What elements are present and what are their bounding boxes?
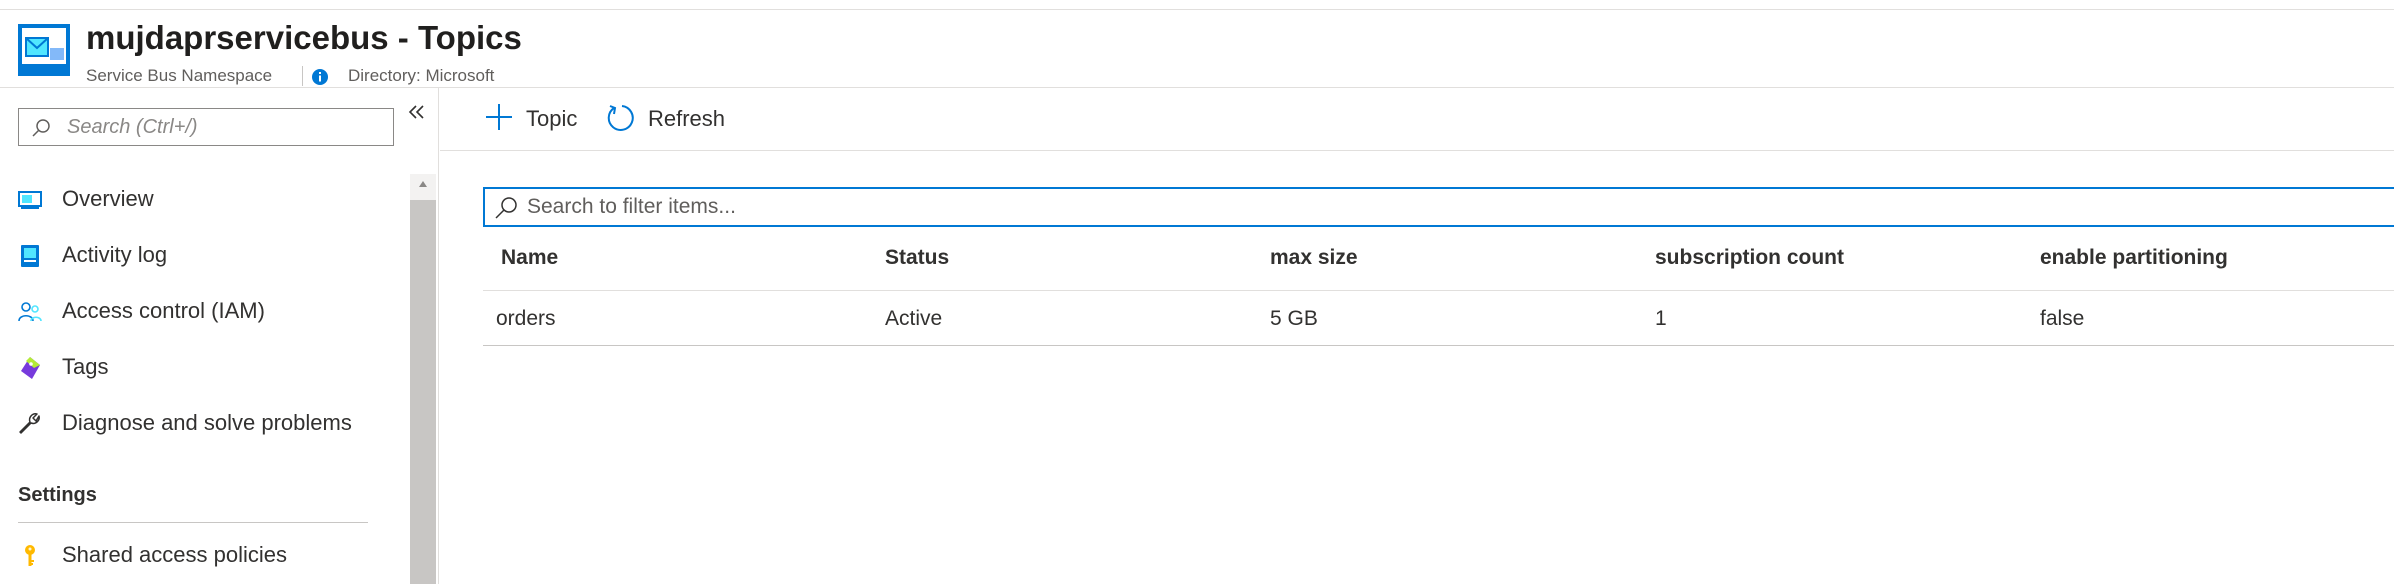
refresh-button[interactable]: Refresh	[606, 100, 736, 136]
service-bus-icon	[18, 24, 70, 76]
menu-item-diagnose[interactable]: Diagnose and solve problems	[0, 398, 410, 450]
add-topic-label: Topic	[526, 106, 578, 131]
topic-max-size: 5 GB	[1270, 307, 1318, 330]
add-topic-button[interactable]: Topic	[484, 100, 604, 136]
menu-search	[18, 108, 394, 146]
column-header-enable-partitioning[interactable]: enable partitioning	[2040, 246, 2228, 270]
collapse-menu-icon[interactable]	[404, 100, 430, 126]
column-header-max-size[interactable]: max size	[1270, 246, 1358, 270]
topic-name-link[interactable]: orders	[496, 307, 556, 331]
search-icon	[495, 197, 517, 219]
directory-label: Directory: Microsoft	[348, 66, 495, 85]
page-header: mujdaprservicebus - Topics Service Bus N…	[0, 10, 2394, 88]
info-icon[interactable]	[311, 68, 329, 86]
menu-item-label: Access control (IAM)	[62, 298, 265, 323]
topic-subscription-count: 1	[1655, 307, 1667, 330]
table-row[interactable]: orders Active 5 GB 1 false	[483, 291, 2394, 346]
topics-grid: Name Status max size subscription count …	[483, 230, 2394, 346]
search-icon	[32, 119, 50, 137]
page-title: mujdaprservicebus - Topics	[86, 19, 522, 56]
scroll-up-icon[interactable]	[418, 180, 428, 188]
menu-item-label: Shared access policies	[62, 542, 288, 567]
menu-scrollbar-thumb[interactable]	[410, 200, 436, 584]
menu-item-tags[interactable]: Tags	[0, 342, 410, 394]
wrench-icon	[19, 413, 40, 434]
tag-icon	[21, 357, 40, 379]
command-bar: Topic Refresh	[440, 88, 2394, 151]
overview-icon	[18, 191, 42, 209]
menu-item-label: Overview	[62, 186, 154, 211]
menu-item-activity-log[interactable]: Activity log	[0, 230, 410, 282]
menu-item-label: Activity log	[62, 242, 168, 267]
resource-type-label: Service Bus Namespace	[86, 66, 273, 85]
section-divider	[18, 522, 368, 523]
menu-search-input[interactable]	[67, 113, 385, 141]
activity-log-icon	[21, 245, 39, 267]
top-border	[0, 0, 2394, 10]
refresh-label: Refresh	[648, 106, 726, 131]
grid-header-row: Name Status max size subscription count …	[483, 230, 2394, 291]
topic-status: Active	[885, 307, 943, 330]
access-control-icon	[18, 302, 42, 322]
filter-input[interactable]	[527, 193, 2127, 221]
filter-box	[483, 187, 2394, 227]
column-header-name[interactable]: Name	[501, 246, 558, 270]
plus-icon	[486, 104, 512, 130]
topic-enable-partitioning: false	[2040, 307, 2085, 330]
menu-item-overview[interactable]: Overview	[0, 174, 410, 226]
settings-section-header: Settings	[18, 484, 97, 506]
menu-item-label: Diagnose and solve problems	[62, 410, 352, 435]
refresh-icon	[607, 105, 634, 131]
column-header-status[interactable]: Status	[885, 246, 949, 270]
header-divider	[302, 66, 303, 86]
menu-item-access-control[interactable]: Access control (IAM)	[0, 286, 410, 338]
menu-item-shared-access-policies[interactable]: Shared access policies	[0, 530, 410, 582]
resource-menu: Overview Activity log Access control (IA…	[0, 88, 439, 584]
column-header-subscription-count[interactable]: subscription count	[1655, 246, 1844, 270]
key-icon	[25, 545, 35, 566]
menu-item-label: Tags	[62, 354, 109, 379]
